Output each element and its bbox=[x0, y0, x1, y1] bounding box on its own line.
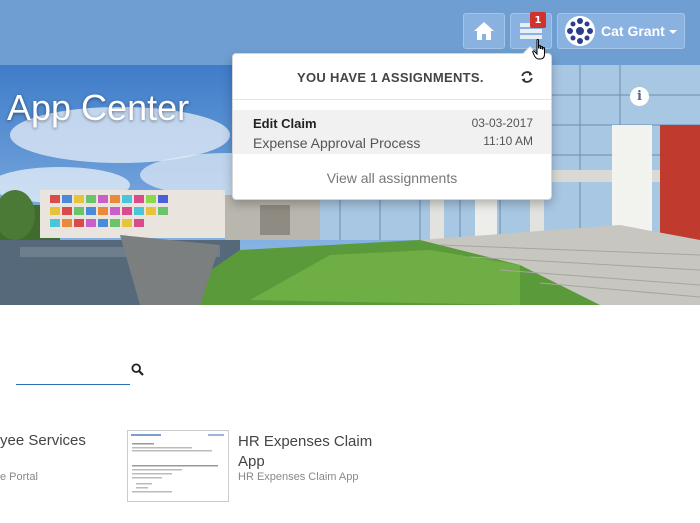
assignments-dropdown: YOU HAVE 1 ASSIGNMENTS. Edit Claim Expen… bbox=[232, 46, 552, 200]
assignments-heading: YOU HAVE 1 ASSIGNMENTS. bbox=[297, 70, 484, 85]
info-icon[interactable]: i bbox=[630, 87, 649, 106]
app-tile-title[interactable]: HR Expenses Claim App bbox=[238, 432, 388, 472]
view-all-assignments-link[interactable]: View all assignments bbox=[233, 170, 551, 186]
app-tile-subtitle: HR Expenses Claim App bbox=[238, 471, 359, 483]
assignment-date: 03-03-2017 bbox=[471, 116, 533, 130]
app-center-page: 1 Cat Grant App Center i YOU HAVE 1 ASSI… bbox=[0, 0, 700, 523]
search-icon[interactable] bbox=[131, 363, 144, 376]
app-tile-title[interactable]: yee Services bbox=[0, 432, 86, 449]
assignment-process: Expense Approval Process bbox=[253, 135, 421, 151]
assignments-dropdown-header: YOU HAVE 1 ASSIGNMENTS. bbox=[233, 54, 551, 100]
app-thumbnail[interactable] bbox=[127, 430, 229, 502]
assignment-time: 11:10 AM bbox=[483, 134, 533, 148]
assignment-item[interactable]: Edit Claim Expense Approval Process 03-0… bbox=[233, 110, 551, 154]
assignments-count-badge: 1 bbox=[530, 12, 546, 28]
assignment-title: Edit Claim bbox=[253, 116, 317, 131]
page-title: App Center bbox=[7, 87, 190, 128]
app-tile-subtitle: e Portal bbox=[0, 471, 38, 483]
home-button[interactable] bbox=[463, 13, 505, 49]
hand-cursor-icon bbox=[532, 39, 545, 60]
app-thumbnail-preview bbox=[128, 431, 228, 501]
search-input[interactable] bbox=[16, 361, 130, 385]
user-menu-button[interactable]: Cat Grant bbox=[557, 13, 685, 49]
caret-down-icon bbox=[668, 30, 677, 34]
home-icon bbox=[474, 22, 494, 40]
avatar bbox=[565, 16, 595, 46]
refresh-icon[interactable] bbox=[520, 70, 534, 84]
user-name: Cat Grant bbox=[601, 23, 665, 39]
